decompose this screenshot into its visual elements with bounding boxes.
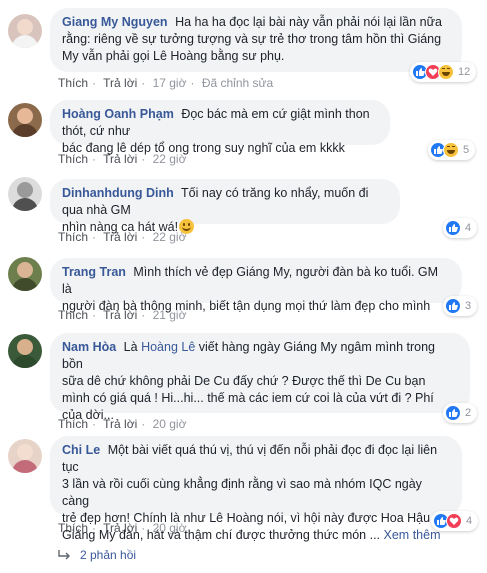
reaction-summary[interactable]: 12: [410, 62, 477, 82]
mention-link[interactable]: Hoàng Lê: [141, 340, 195, 354]
reply-link[interactable]: Trả lời: [103, 76, 137, 90]
comment-actions: Thích · Trả lời · 21 giờ: [58, 308, 187, 322]
commenter-name[interactable]: Dinhanhdung Dinh: [62, 186, 174, 200]
avatar[interactable]: [8, 14, 42, 48]
like-link[interactable]: Thích: [58, 308, 88, 322]
haha-reaction-icon: [443, 142, 459, 158]
avatar[interactable]: [8, 257, 42, 291]
like-link[interactable]: Thích: [58, 417, 88, 431]
comment-bubble: Hoàng Oanh Phạm Đọc bác mà em cứ giật mì…: [50, 100, 390, 155]
reaction-count: 12: [458, 66, 471, 78]
comment-actions: Thích · Trả lời · 20 giờ: [58, 417, 187, 431]
view-replies-link[interactable]: 2 phản hồi: [58, 548, 136, 562]
reaction-count: 5: [463, 144, 470, 156]
haha-reaction-icon: [438, 64, 454, 80]
comment-text-line: My vẫn phải gọi Lê Hoàng bằng sư phụ.: [62, 49, 285, 63]
reaction-summary[interactable]: 2: [443, 403, 478, 423]
comment-text-line: Ha ha ha đọc lại bài này vẫn phải nói lạ…: [175, 15, 442, 29]
comment-text-line: sữa dê chứ không phải De Cu đấy chứ ? Đư…: [62, 374, 426, 388]
reply-link[interactable]: Trả lời: [103, 152, 137, 166]
reply-link[interactable]: Trả lời: [103, 308, 137, 322]
reaction-count: 4: [466, 515, 473, 527]
edited-label[interactable]: Đã chỉnh sửa: [202, 76, 273, 90]
commenter-name[interactable]: Nam Hòa: [62, 340, 116, 354]
reaction-count: 4: [465, 222, 472, 234]
like-link[interactable]: Thích: [58, 521, 88, 535]
comment-text-line: viết hàng ngày Giáng My ngâm mình trong …: [62, 340, 436, 371]
like-reaction-icon: [445, 220, 461, 236]
like-link[interactable]: Thích: [58, 76, 88, 90]
timestamp[interactable]: 21 giờ: [153, 308, 187, 322]
reply-arrow-icon: [58, 550, 70, 560]
reaction-summary[interactable]: 4: [443, 218, 478, 238]
commenter-name[interactable]: Hoàng Oanh Phạm: [62, 107, 174, 121]
timestamp[interactable]: 22 giờ: [153, 230, 187, 244]
commenter-name[interactable]: Chi Le: [62, 443, 100, 457]
avatar[interactable]: [8, 439, 42, 473]
comment-actions: Thích · Trả lời · 20 giờ: [58, 521, 187, 535]
comment-bubble: Giang My Nguyen Ha ha ha đọc lại bài này…: [50, 8, 462, 72]
like-reaction-icon: [445, 405, 461, 421]
replies-count-label[interactable]: 2 phản hồi: [80, 548, 136, 562]
comment-actions: Thích · Trả lời · 22 giờ: [58, 152, 187, 166]
comment-text-line: mình có giá quá ! Hi...hi... thế mà các …: [62, 391, 434, 405]
comment-text-line: Một bài viết quá thú vị, thú vị đến nỗi …: [62, 443, 438, 474]
comment-text-line: 3 lần và rồi cuối cùng khẳng định rằng v…: [62, 477, 422, 508]
reply-link[interactable]: Trả lời: [103, 521, 137, 535]
timestamp[interactable]: 20 giờ: [153, 521, 187, 535]
comment-bubble: Dinhanhdung Dinh Tối nay có trăng ko nhẩ…: [50, 179, 400, 234]
commenter-name[interactable]: Trang Tran: [62, 265, 126, 279]
avatar[interactable]: [8, 177, 42, 211]
timestamp[interactable]: 17 giờ: [153, 76, 187, 90]
avatar[interactable]: [8, 334, 42, 368]
reaction-count: 2: [465, 407, 472, 419]
comment-actions: Thích · Trả lời · 17 giờ · Đã chỉnh sửa: [58, 76, 274, 90]
avatar[interactable]: [8, 103, 42, 137]
comment-actions: Thích · Trả lời · 22 giờ: [58, 230, 187, 244]
commenter-name[interactable]: Giang My Nguyen: [62, 15, 168, 29]
like-link[interactable]: Thích: [58, 230, 88, 244]
reply-link[interactable]: Trả lời: [103, 417, 137, 431]
comment-text-line: Là: [123, 340, 138, 354]
love-reaction-icon: [446, 513, 462, 529]
like-reaction-icon: [445, 298, 461, 314]
comment-text-line: rằng: riêng về sự tưởng tượng và sự trẻ …: [62, 32, 442, 46]
like-link[interactable]: Thích: [58, 152, 88, 166]
reply-link[interactable]: Trả lời: [103, 230, 137, 244]
comment-bubble: Nam Hòa Là Hoàng Lê viết hàng ngày Giáng…: [50, 333, 470, 422]
reaction-summary[interactable]: 3: [443, 296, 478, 316]
see-more-link[interactable]: Xem thêm: [384, 528, 441, 542]
comment-bubble: Trang Tran Mình thích vẻ đẹp Giáng My, n…: [50, 258, 462, 313]
timestamp[interactable]: 22 giờ: [153, 152, 187, 166]
reaction-summary[interactable]: 5: [428, 140, 476, 160]
comment-bubble: Chi Le Một bài viết quá thú vị, thú vị đ…: [50, 436, 462, 542]
timestamp[interactable]: 20 giờ: [153, 417, 187, 431]
reaction-count: 3: [465, 300, 472, 312]
reaction-summary[interactable]: 4: [431, 511, 479, 531]
